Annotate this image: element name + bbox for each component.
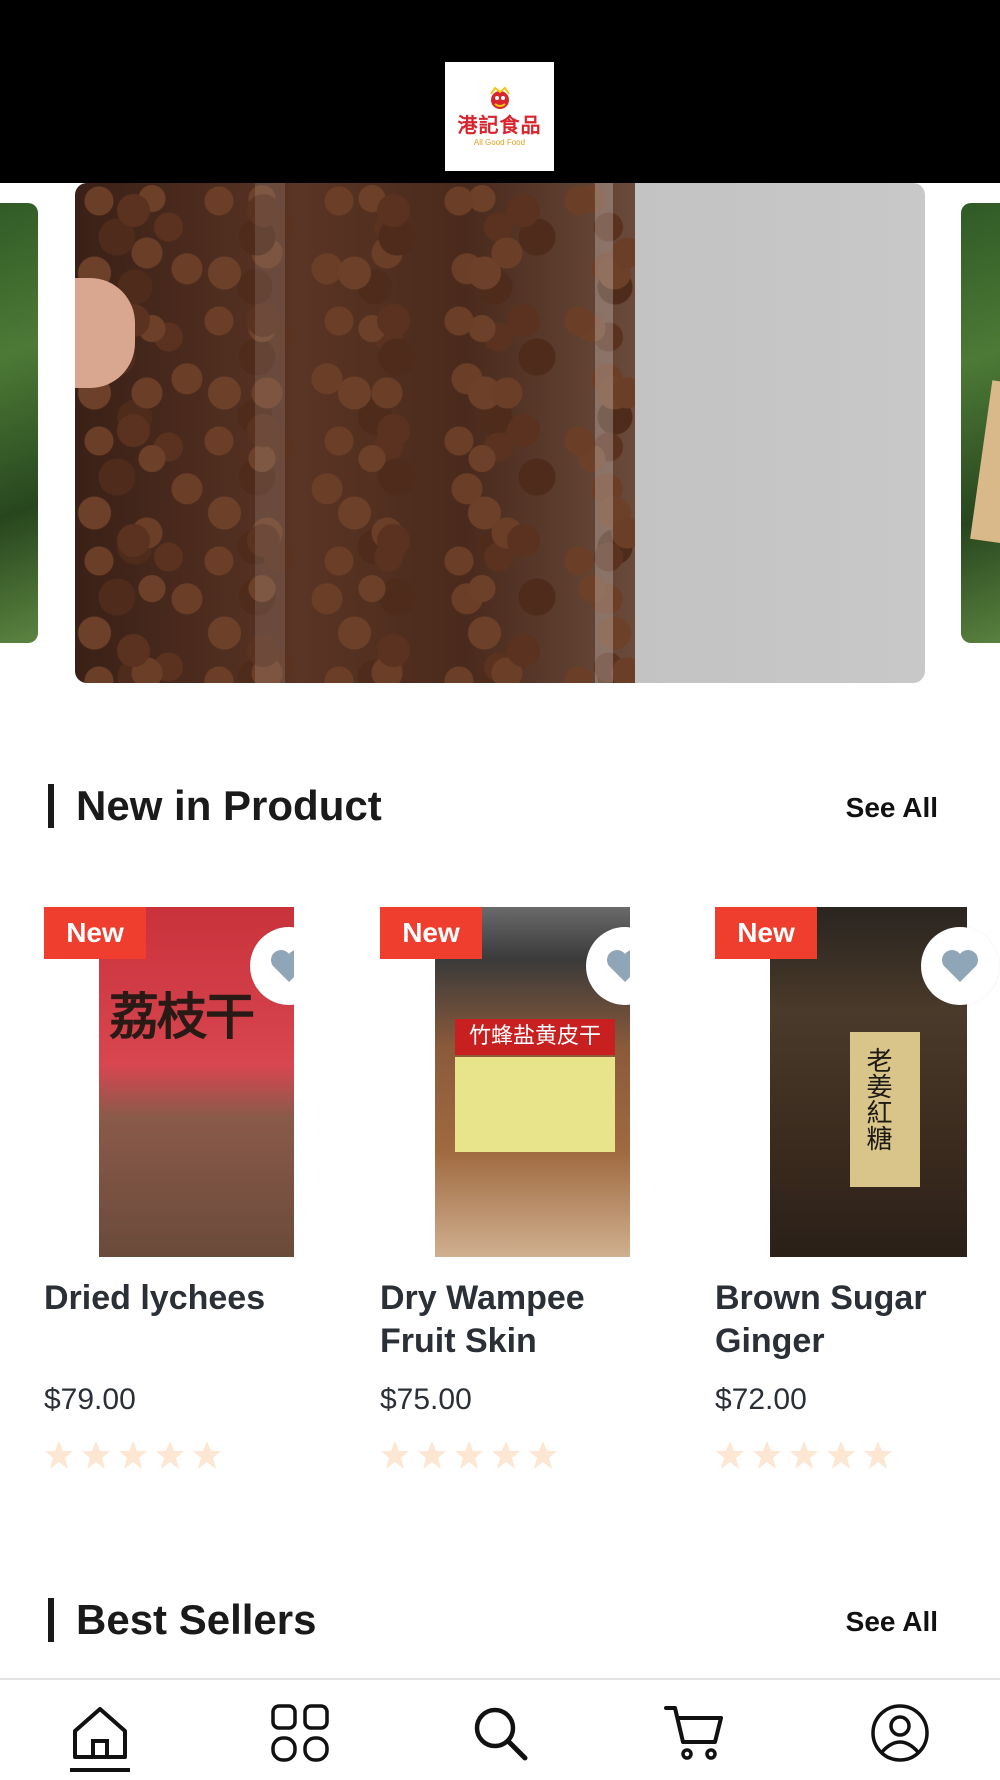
banner-carousel[interactable] — [0, 183, 1000, 703]
product-image-area[interactable]: 竹蜂盐黄皮干 New — [380, 907, 630, 1257]
star-icon — [753, 1441, 781, 1469]
bottom-navigation — [0, 1678, 1000, 1780]
account-icon — [871, 1704, 929, 1762]
nav-home[interactable] — [65, 1698, 135, 1768]
jar-reflection — [255, 183, 285, 683]
logo-chinese-text: 港記食品 — [457, 112, 542, 137]
home-icon — [73, 1707, 127, 1759]
nav-categories[interactable] — [265, 1698, 335, 1768]
star-icon — [381, 1441, 409, 1469]
new-badge: New — [44, 907, 146, 959]
nav-search[interactable] — [465, 1698, 535, 1768]
carousel-slide-current[interactable] — [75, 183, 925, 683]
heart-icon — [942, 950, 978, 982]
star-icon — [193, 1441, 221, 1469]
see-all-new-products-link[interactable]: See All — [846, 791, 938, 825]
favorite-button[interactable] — [921, 927, 999, 1005]
section-accent-bar — [48, 1598, 54, 1642]
top-bar: 港記食品 All Good Food — [0, 0, 1000, 183]
product-rating — [380, 1440, 558, 1470]
carousel-slide-previous[interactable] — [0, 203, 38, 643]
product-name[interactable]: Dry Wampee Fruit Skin — [380, 1277, 650, 1363]
see-all-best-sellers-link[interactable]: See All — [846, 1605, 938, 1639]
product-rating — [44, 1440, 222, 1470]
product-package-label: 竹蜂盐黄皮干 — [455, 1019, 615, 1055]
product-package-label: 荔枝干 — [109, 988, 255, 1046]
categories-icon — [271, 1704, 329, 1762]
star-icon — [492, 1441, 520, 1469]
heart-icon — [607, 950, 630, 982]
section-title: New in Product — [76, 782, 382, 829]
star-icon — [864, 1441, 892, 1469]
store-logo[interactable]: 港記食品 All Good Food — [445, 62, 554, 171]
new-badge: New — [715, 907, 817, 959]
product-image-area[interactable]: 老姜紅糖 New — [715, 907, 1000, 1257]
product-price: $79.00 — [44, 1383, 136, 1416]
carousel-slide-next[interactable] — [961, 203, 1000, 643]
star-icon — [529, 1441, 557, 1469]
banner-product-photo — [75, 183, 635, 683]
star-icon — [827, 1441, 855, 1469]
star-icon — [455, 1441, 483, 1469]
new-in-product-header: New in Product See All — [48, 781, 938, 831]
package-sticker — [455, 1057, 615, 1152]
logo-english-text: All Good Food — [473, 137, 526, 147]
product-price: $72.00 — [715, 1383, 807, 1416]
best-sellers-header: Best Sellers See All — [48, 1595, 938, 1645]
active-tab-indicator — [70, 1768, 130, 1772]
product-name[interactable]: Dried lychees — [44, 1277, 314, 1320]
nav-cart[interactable] — [660, 1698, 730, 1768]
heart-icon — [271, 950, 294, 982]
search-icon — [474, 1707, 528, 1761]
star-icon — [716, 1441, 744, 1469]
product-name[interactable]: Brown Sugar Ginger — [715, 1277, 985, 1363]
product-image-area[interactable]: 荔枝干 New — [44, 907, 294, 1257]
star-icon — [82, 1441, 110, 1469]
nav-account[interactable] — [865, 1698, 935, 1768]
star-icon — [119, 1441, 147, 1469]
section-title: Best Sellers — [76, 1596, 317, 1643]
cart-icon — [664, 1706, 723, 1760]
lion-mascot-icon — [489, 86, 510, 109]
section-accent-bar — [48, 784, 54, 828]
product-rating — [715, 1440, 893, 1470]
product-package-label: 老姜紅糖 — [862, 1047, 892, 1151]
star-icon — [790, 1441, 818, 1469]
kraft-bag — [970, 380, 1000, 546]
new-badge: New — [380, 907, 482, 959]
star-icon — [418, 1441, 446, 1469]
star-icon — [45, 1441, 73, 1469]
new-products-list: 荔枝干 New Dried lychees $79.00 竹蜂盐黄皮干 New … — [0, 907, 1000, 1487]
star-icon — [156, 1441, 184, 1469]
product-price: $75.00 — [380, 1383, 472, 1416]
jar-reflection — [595, 183, 613, 683]
